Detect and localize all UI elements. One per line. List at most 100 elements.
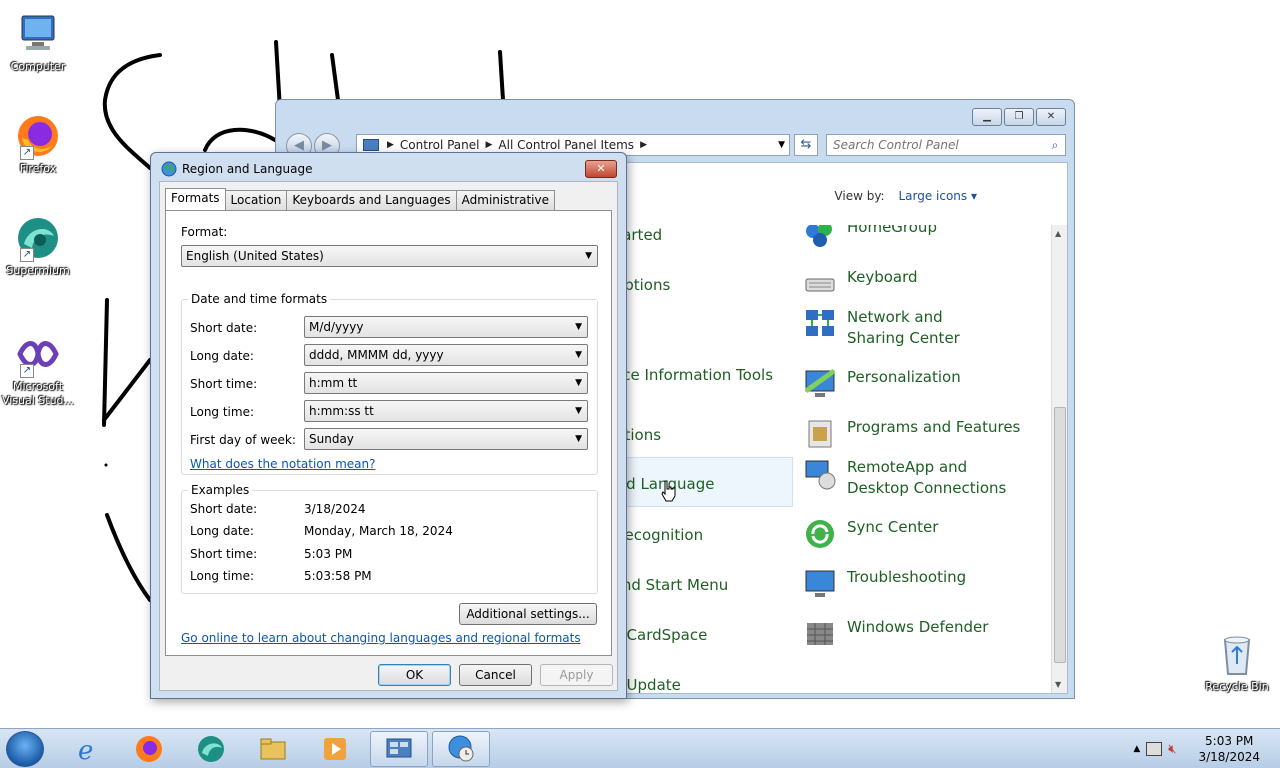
taskbar-media-player[interactable] [306,731,364,767]
taskbar-internet-explorer[interactable]: e [60,731,118,767]
search-icon[interactable]: ⌕ [1045,138,1065,153]
network-status-icon[interactable] [1146,742,1163,756]
computer-icon [14,10,62,58]
short-date-select[interactable]: M/d/yyyy ▼ [304,316,588,338]
taskbar-firefox[interactable] [120,731,178,767]
long-time-label: Long time: [190,405,255,419]
desktop-icon-recycle-bin[interactable]: Recycle Bin [1199,630,1275,693]
desktop-icon-computer[interactable]: Computer [0,10,76,73]
date-time-formats-group: Date and time formats Short date: M/d/yy… [181,292,598,475]
first-day-label: First day of week: [190,433,296,447]
view-by-dropdown[interactable]: Large icons ▾ [898,189,977,203]
dialog-close-button[interactable]: ✕ [585,160,617,178]
additional-settings-button[interactable]: Additional settings... [459,603,597,625]
format-label: Format: [181,225,228,239]
search-box[interactable]: ⌕ [826,134,1066,156]
scroll-up-icon[interactable]: ▲ [1055,229,1061,238]
example-long-time-value: 5:03:58 PM [304,569,372,583]
volume-muted-icon[interactable]: 🔇︎ [1168,742,1176,757]
control-panel-icon [386,738,412,758]
example-short-time-value: 5:03 PM [304,547,353,561]
cp-item-sync-center[interactable]: Sync Center [803,517,938,551]
long-date-select[interactable]: dddd, MMMM dd, yyyy ▼ [304,344,588,366]
taskbar: e ▲ 🔇︎ 5:03 PM 3/18/2024 [0,728,1280,768]
close-button[interactable]: ✕ [1036,108,1066,126]
desktop-icon-supermium[interactable]: ↗ Supermium [0,214,76,277]
notation-link[interactable]: What does the notation mean? [190,457,375,471]
show-hidden-icons-button[interactable]: ▲ [1133,744,1140,754]
group-title: Date and time formats [188,292,331,306]
firefox-icon: ↗ [14,112,62,160]
breadcrumb-all-items[interactable]: All Control Panel Items [498,138,634,152]
refresh-button[interactable]: ⇆ [794,134,818,156]
firefox-icon [136,736,162,762]
tab-location[interactable]: Location [224,190,288,210]
start-button[interactable] [6,731,44,767]
svg-text:e: e [78,736,93,764]
examples-group: Examples Short date: 3/18/2024 Long date… [181,483,598,594]
example-long-date-value: Monday, March 18, 2024 [304,524,453,538]
visual-studio-icon: ↗ [14,330,62,378]
address-dropdown-icon[interactable]: ▼ [778,140,785,150]
sync-icon [803,517,837,551]
taskbar-explorer[interactable] [244,731,302,767]
breadcrumb-arrow-icon: ▶ [485,140,493,150]
desktop-icon-firefox[interactable]: ↗ Firefox [0,112,76,175]
taskbar-control-panel[interactable] [370,731,428,767]
tab-formats[interactable]: Formats [165,188,226,210]
ok-button[interactable]: OK [378,664,451,686]
breadcrumb-arrow-icon: ▶ [640,140,647,150]
media-player-icon [324,738,346,760]
scroll-down-icon[interactable]: ▼ [1055,680,1061,689]
first-day-select[interactable]: Sunday ▼ [304,428,588,450]
cp-item-troubleshooting[interactable]: Troubleshooting [803,567,966,601]
desktop-icon-label: Microsoft Visual Stud... [1,380,75,407]
desktop-icon-visual-studio[interactable]: ↗ Microsoft Visual Stud... [0,330,76,408]
long-time-select[interactable]: h:mm:ss tt ▼ [304,400,588,422]
cp-item-windows-defender[interactable]: Windows Defender [803,617,988,651]
network-icon [803,307,837,341]
globe-clock-icon [448,735,474,762]
example-short-time-label: Short time: [190,547,258,561]
hand-cursor-icon [661,480,676,502]
internet-explorer-icon: e [78,736,93,764]
taskbar-region-language[interactable] [432,731,490,767]
maximize-button[interactable]: ❐ [1004,108,1034,126]
apply-button[interactable]: Apply [540,664,613,686]
supermium-icon [198,736,224,762]
clock[interactable]: 5:03 PM 3/18/2024 [1198,733,1260,765]
online-help-link[interactable]: Go online to learn about changing langua… [181,631,581,645]
cp-item-remoteapp[interactable]: RemoteApp and Desktop Connections [803,457,1023,499]
tab-keyboards-languages[interactable]: Keyboards and Languages [286,190,457,210]
troubleshooting-icon [803,567,837,601]
formats-panel: Format: English (United States) ▼ Date an… [165,210,612,656]
cp-item-homegroup[interactable]: HomeGroup [803,225,937,251]
chevron-down-icon: ▼ [585,251,592,261]
breadcrumb-control-panel[interactable]: Control Panel [400,138,480,152]
desktop-icon-label: Recycle Bin [1205,680,1269,693]
taskbar-supermium[interactable] [182,731,240,767]
cp-item-personalization[interactable]: Personalization [803,367,961,401]
globe-icon [161,161,177,177]
shortcut-arrow-icon: ↗ [20,364,34,378]
search-input[interactable] [827,136,1045,154]
personalization-icon [803,367,837,401]
dialog-title: Region and Language [161,161,313,177]
tab-administrative[interactable]: Administrative [455,190,556,210]
dialog-body: Formats Location Keyboards and Languages… [159,181,618,691]
breadcrumb-arrow-icon: ▶ [387,140,394,150]
short-time-select[interactable]: h:mm tt ▼ [304,372,588,394]
vertical-scrollbar[interactable]: ▲ ▼ [1051,225,1067,693]
minimize-button[interactable]: ▁ [972,108,1002,126]
view-by-label: View by: [834,189,885,203]
cp-item-network-sharing[interactable]: Network and Sharing Center [803,307,1003,349]
cp-item-programs-features[interactable]: Programs and Features [803,417,1020,451]
cancel-button[interactable]: Cancel [459,664,532,686]
supermium-icon: ↗ [14,214,62,262]
cp-item-keyboard[interactable]: Keyboard [803,267,918,301]
scroll-thumb[interactable] [1054,407,1066,663]
recycle-bin-icon [1213,630,1261,678]
format-select[interactable]: English (United States) ▼ [181,245,598,267]
group-title: Examples [188,483,253,497]
short-time-label: Short time: [190,377,258,391]
